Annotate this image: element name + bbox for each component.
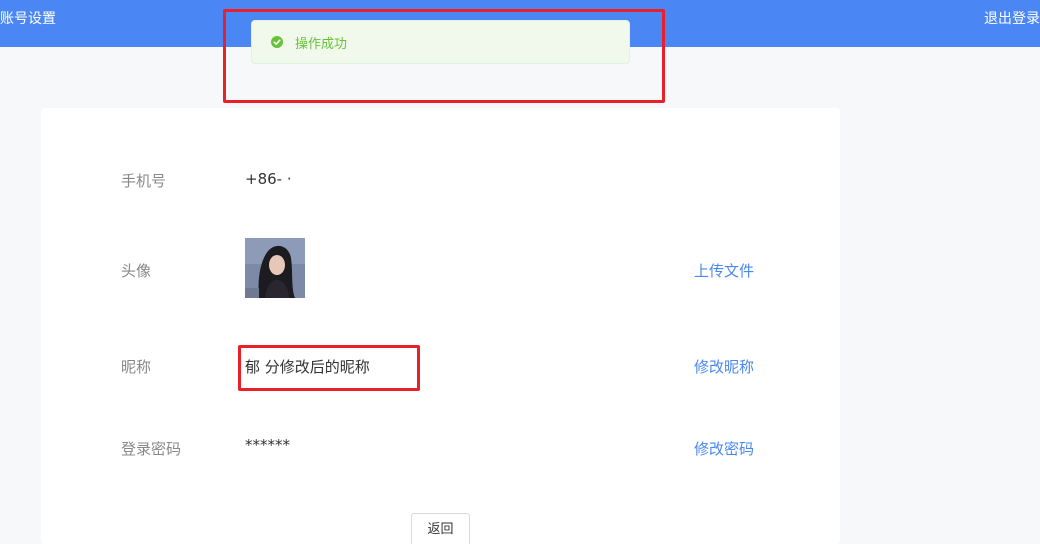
nickname-label: 昵称	[121, 358, 152, 376]
toast-message: 操作成功	[295, 37, 348, 52]
password-value: ******	[245, 436, 290, 454]
change-nickname-link[interactable]: 修改昵称	[694, 356, 754, 377]
nickname-value: 郁 分修改后的昵称	[245, 358, 370, 376]
logout-link[interactable]: 退出登录	[984, 8, 1040, 28]
avatar	[245, 238, 305, 298]
success-toast: 操作成功	[251, 20, 630, 64]
phone-label: 手机号	[121, 172, 167, 190]
check-circle-icon	[271, 36, 283, 48]
avatar-photo	[245, 238, 305, 298]
page-title: 账号设置	[0, 11, 56, 27]
back-button[interactable]: 返回	[411, 513, 470, 544]
phone-value: +86- ·	[245, 170, 292, 188]
avatar-label: 头像	[121, 262, 152, 280]
upload-file-link[interactable]: 上传文件	[694, 260, 754, 281]
change-password-link[interactable]: 修改密码	[694, 438, 754, 459]
password-label: 登录密码	[121, 440, 182, 458]
